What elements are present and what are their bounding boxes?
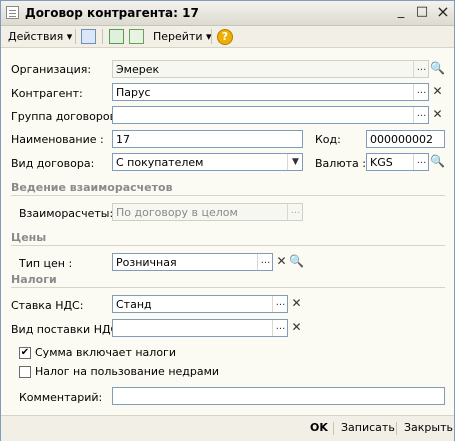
document-icon: [6, 6, 19, 19]
vat-supply-label: Вид поставки НДС:: [11, 323, 122, 336]
price-type-clear-icon[interactable]: ✕: [274, 253, 289, 271]
counterparty-select-button[interactable]: ...: [413, 84, 429, 100]
name-field[interactable]: 17: [112, 130, 303, 148]
comment-field[interactable]: [112, 387, 445, 405]
contract-window: Договор контрагента: 17 _ □ × Действия ▾…: [0, 0, 455, 441]
vat-rate-label: Ставка НДС:: [11, 299, 84, 312]
contract-group-clear-icon[interactable]: ✕: [430, 106, 445, 124]
minimize-icon[interactable]: _: [393, 4, 409, 20]
price-type-label: Тип цен :: [19, 257, 73, 270]
vat-rate-clear-icon[interactable]: ✕: [289, 295, 304, 313]
vat-rate-select-button[interactable]: ...: [272, 296, 288, 312]
close-icon[interactable]: ×: [435, 4, 451, 20]
button-separator: [396, 422, 397, 435]
contract-type-value: С покупателем: [116, 156, 204, 169]
currency-label: Валюта :: [315, 157, 366, 170]
refresh-icon[interactable]: [109, 29, 124, 44]
chevron-down-icon[interactable]: ▼: [287, 154, 303, 170]
price-type-value: Розничная: [116, 256, 177, 269]
settlements-value: По договору в целом: [116, 206, 238, 219]
maximize-icon[interactable]: □: [414, 4, 430, 20]
code-field[interactable]: 000000002: [366, 130, 445, 148]
section-settlements: Ведение взаиморасчетов: [11, 181, 445, 196]
price-type-field[interactable]: Розничная ...: [112, 253, 273, 271]
help-icon[interactable]: ?: [217, 29, 233, 45]
code-label: Код:: [315, 133, 341, 146]
divider: [11, 195, 445, 196]
copy-icon[interactable]: [129, 29, 144, 44]
window-title: Договор контрагента: 17: [25, 6, 199, 20]
include-taxes-checkbox[interactable]: ✔: [19, 347, 31, 359]
settlements-label: Взаиморасчеты:: [19, 207, 114, 220]
vat-supply-field[interactable]: ...: [112, 319, 288, 337]
section-taxes: Налоги: [11, 273, 445, 288]
currency-value: KGS: [370, 156, 393, 169]
close-button[interactable]: Закрыть: [404, 421, 453, 434]
counterparty-value: Парус: [116, 86, 151, 99]
code-value: 000000002: [370, 133, 433, 146]
counterparty-label: Контрагент:: [11, 87, 83, 100]
counterparty-field[interactable]: Парус ...: [112, 83, 429, 101]
contract-type-label: Вид договора:: [11, 157, 95, 170]
organization-field[interactable]: Эмерек ...: [112, 60, 429, 78]
vat-rate-value: Станд: [116, 298, 152, 311]
mining-tax-label: Налог на пользование недрами: [35, 365, 220, 378]
section-prices-title: Цены: [11, 231, 47, 244]
bottom-bar: OK Записать Закрыть: [1, 415, 454, 441]
button-separator: [333, 422, 334, 435]
toolbar-separator: [102, 29, 103, 44]
name-value: 17: [116, 133, 130, 146]
contract-type-select[interactable]: С покупателем ▼: [112, 153, 303, 171]
organization-open-icon[interactable]: 🔍: [430, 60, 445, 78]
toolbar-separator: [75, 29, 76, 44]
contract-group-select-button[interactable]: ...: [413, 107, 429, 123]
vat-rate-field[interactable]: Станд ...: [112, 295, 288, 313]
organization-label: Организация:: [11, 63, 92, 76]
contract-group-label: Группа договоров:: [11, 110, 120, 123]
title-bar: Договор контрагента: 17 _ □ ×: [1, 1, 454, 26]
go-label: Перейти: [153, 30, 203, 43]
toolbar: Действия ▾ Перейти ▾ ?: [1, 26, 454, 48]
mining-tax-checkbox[interactable]: [19, 366, 31, 378]
include-taxes-label: Сумма включает налоги: [35, 346, 176, 359]
section-taxes-title: Налоги: [11, 273, 57, 286]
divider: [11, 245, 445, 246]
organization-select-button[interactable]: ...: [413, 61, 429, 77]
go-menu[interactable]: Перейти ▾: [153, 28, 212, 45]
toolbar-separator: [211, 29, 212, 44]
section-prices: Цены: [11, 231, 445, 246]
ok-button[interactable]: OK: [310, 421, 328, 434]
vat-supply-clear-icon[interactable]: ✕: [289, 319, 304, 337]
currency-field[interactable]: KGS ...: [366, 153, 429, 171]
vat-supply-select-button[interactable]: ...: [272, 320, 288, 336]
section-settlements-title: Ведение взаиморасчетов: [11, 181, 173, 194]
settlements-select-button: ...: [287, 204, 303, 220]
divider: [11, 287, 445, 288]
comment-label: Комментарий:: [19, 391, 103, 404]
counterparty-clear-icon[interactable]: ✕: [430, 83, 445, 101]
name-label: Наименование :: [11, 133, 104, 146]
settlements-field: По договору в целом ...: [112, 203, 303, 221]
currency-select-button[interactable]: ...: [413, 154, 429, 170]
save-button[interactable]: Записать: [341, 421, 395, 434]
chevron-down-icon: ▾: [66, 30, 73, 43]
actions-label: Действия: [8, 30, 64, 43]
price-type-open-icon[interactable]: 🔍: [289, 253, 304, 271]
organization-value: Эмерек: [116, 63, 160, 76]
save-close-icon[interactable]: [81, 29, 96, 44]
price-type-select-button[interactable]: ...: [257, 254, 273, 270]
contract-group-field[interactable]: ...: [112, 106, 429, 124]
currency-open-icon[interactable]: 🔍: [430, 153, 445, 171]
actions-menu[interactable]: Действия ▾: [8, 28, 72, 45]
